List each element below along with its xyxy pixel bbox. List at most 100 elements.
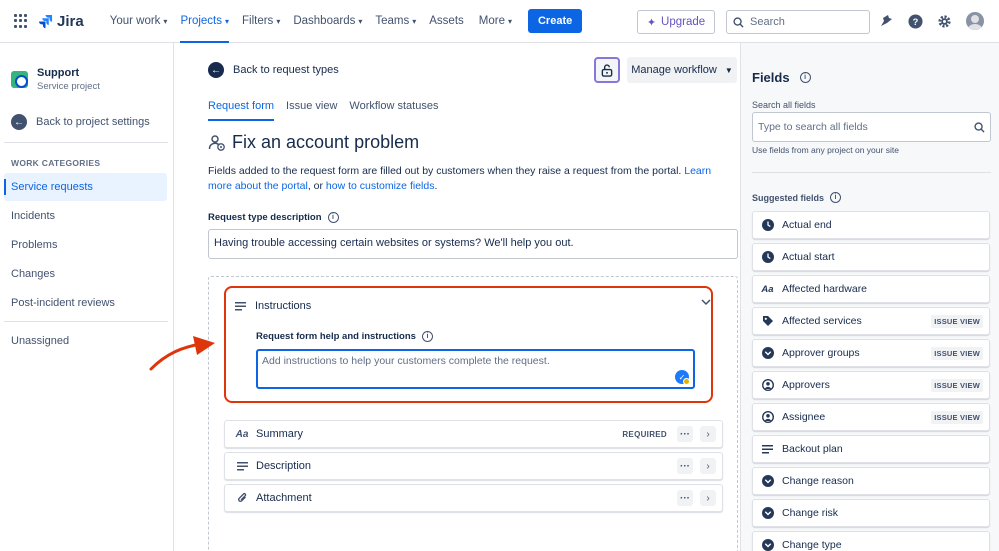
sidebar-item-changes[interactable]: Changes — [4, 260, 167, 288]
attachment-icon — [233, 492, 251, 504]
instructions-placeholder: Add instructions to help your customers … — [262, 355, 550, 367]
grammar-check-icon[interactable]: ✓ — [675, 370, 690, 385]
field-name: Change reason — [782, 475, 854, 487]
suggested-field-change-risk[interactable]: Change risk — [752, 499, 990, 527]
suggested-field-actual-end[interactable]: Actual end — [752, 211, 990, 239]
instructions-textarea[interactable]: Add instructions to help your customers … — [256, 349, 695, 389]
suggested-field-change-type[interactable]: Change type — [752, 531, 990, 551]
more-actions-button[interactable]: ··· — [677, 490, 693, 506]
suggested-field-assignee[interactable]: Assignee ISSUE VIEW — [752, 403, 990, 431]
suggested-field-affected-services[interactable]: Affected services ISSUE VIEW — [752, 307, 990, 335]
nav-more[interactable]: More ▾ — [479, 0, 512, 43]
create-button[interactable]: Create — [527, 9, 583, 33]
jira-logo[interactable]: Jira — [38, 13, 84, 30]
issue-view-badge: ISSUE VIEW — [931, 346, 983, 360]
tab-issue-view[interactable]: Issue view — [286, 100, 337, 121]
notifications-icon[interactable] — [878, 13, 894, 29]
form-field-attachment[interactable]: Attachment ··· › — [224, 484, 723, 512]
suggested-field-approver-groups[interactable]: Approver groups ISSUE VIEW — [752, 339, 990, 367]
nav-assets[interactable]: Assets — [429, 0, 464, 43]
nav-teams[interactable]: Teams ▾ — [375, 0, 416, 43]
project-sidebar: Support Service project ← Back to projec… — [0, 43, 174, 551]
search-fields-input[interactable]: Type to search all fields — [752, 112, 991, 142]
unlock-button[interactable] — [594, 57, 620, 83]
project-type: Service project — [37, 81, 100, 92]
sidebar-item-post-incident-reviews[interactable]: Post-incident reviews — [4, 289, 167, 317]
arrow-left-icon: ← — [11, 114, 27, 130]
instructions-card[interactable]: Instructions Request form help and instr… — [224, 286, 713, 403]
chevron-down-icon: ▾ — [224, 16, 229, 26]
suggested-field-change-reason[interactable]: Change reason — [752, 467, 990, 495]
sidebar-item-incidents[interactable]: Incidents — [4, 202, 167, 230]
chevron-down-icon: ▾ — [412, 16, 417, 26]
paragraph-icon — [761, 443, 774, 456]
manage-workflow-button[interactable]: Manage workflow ▼ — [627, 57, 737, 83]
field-name: Attachment — [256, 492, 312, 504]
info-icon[interactable]: i — [327, 212, 339, 223]
tab-workflow-statuses[interactable]: Workflow statuses — [349, 100, 438, 121]
search-placeholder: Search — [750, 16, 785, 28]
more-actions-button[interactable]: ··· — [677, 426, 693, 442]
form-field-description[interactable]: Description ··· › — [224, 452, 723, 480]
info-icon[interactable]: i — [799, 72, 811, 83]
clock-icon — [761, 219, 774, 232]
tab-request-form[interactable]: Request form — [208, 100, 275, 121]
suggested-field-affected-hardware[interactable]: Aa Affected hardware — [752, 275, 990, 303]
user-avatar[interactable] — [966, 12, 984, 30]
brand-name: Jira — [57, 12, 84, 30]
info-icon[interactable]: i — [421, 331, 433, 342]
sidebar-item-unassigned[interactable]: Unassigned — [4, 327, 167, 355]
nav-dashboards[interactable]: Dashboards ▾ — [293, 0, 362, 43]
instructions-header[interactable]: Instructions — [235, 300, 311, 312]
desc-label-text: Request type description — [208, 212, 322, 223]
form-field-summary[interactable]: Aa Summary REQUIRED ··· › — [224, 420, 723, 448]
search-fields-placeholder: Type to search all fields — [758, 121, 868, 133]
project-header[interactable]: Support Service project — [11, 67, 100, 92]
upgrade-label: Upgrade — [661, 16, 706, 28]
nav-filters[interactable]: Filters ▾ — [242, 0, 280, 43]
dropdown-icon — [761, 507, 774, 520]
search-fields-help: Use fields from any project on your site — [752, 145, 899, 155]
suggested-field-approvers[interactable]: Approvers ISSUE VIEW — [752, 371, 990, 399]
dropdown-icon — [761, 475, 774, 488]
chevron-right-icon[interactable]: › — [700, 426, 716, 442]
suggested-field-backout-plan[interactable]: Backout plan — [752, 435, 990, 463]
upgrade-button[interactable]: ✦ Upgrade — [637, 10, 715, 34]
chevron-right-icon[interactable]: › — [700, 490, 716, 506]
suggested-heading-text: Suggested fields — [752, 192, 825, 203]
page-title: Fix an account problem — [208, 132, 419, 153]
field-name: Backout plan — [782, 443, 843, 455]
sidebar-item-service-requests[interactable]: Service requests — [4, 173, 167, 201]
request-type-description-field[interactable]: Having trouble accessing certain website… — [208, 229, 738, 259]
fields-title-text: Fields — [752, 70, 790, 85]
field-name: Assignee — [782, 411, 826, 423]
sidebar-item-problems[interactable]: Problems — [4, 231, 167, 259]
nav-your-work[interactable]: Your work ▾ — [110, 0, 168, 43]
customize-fields-link[interactable]: how to customize fields — [326, 180, 435, 192]
intro-end: . — [434, 180, 438, 192]
field-name: Affected hardware — [782, 283, 868, 295]
fields-panel: Fields i Search all fields Type to searc… — [740, 43, 999, 551]
app-switcher-icon[interactable] — [14, 14, 28, 28]
help-icon[interactable]: ? — [907, 13, 923, 29]
field-name: Change risk — [782, 507, 839, 519]
info-icon[interactable]: i — [830, 192, 842, 203]
global-search-input[interactable]: Search — [726, 10, 870, 34]
chevron-down-icon: ▾ — [276, 16, 281, 26]
request-type-editor: ← Back to request types Manage workflow … — [174, 43, 740, 551]
back-to-request-types-link[interactable]: ← Back to request types — [208, 62, 339, 78]
issue-view-badge: ISSUE VIEW — [931, 314, 983, 328]
required-lozenge: REQUIRED — [622, 429, 667, 439]
settings-gear-icon[interactable] — [936, 13, 952, 29]
tag-icon — [761, 315, 774, 328]
suggested-field-actual-start[interactable]: Actual start — [752, 243, 990, 271]
nav-projects[interactable]: Projects ▾ — [180, 0, 229, 43]
back-to-project-settings-link[interactable]: ← Back to project settings — [11, 114, 150, 130]
text-icon: Aa — [761, 283, 774, 295]
more-actions-button[interactable]: ··· — [677, 458, 693, 474]
paragraph-icon — [235, 301, 246, 310]
chevron-down-icon[interactable] — [701, 298, 711, 308]
search-icon — [733, 16, 744, 28]
dropdown-icon — [761, 539, 774, 551]
chevron-right-icon[interactable]: › — [700, 458, 716, 474]
